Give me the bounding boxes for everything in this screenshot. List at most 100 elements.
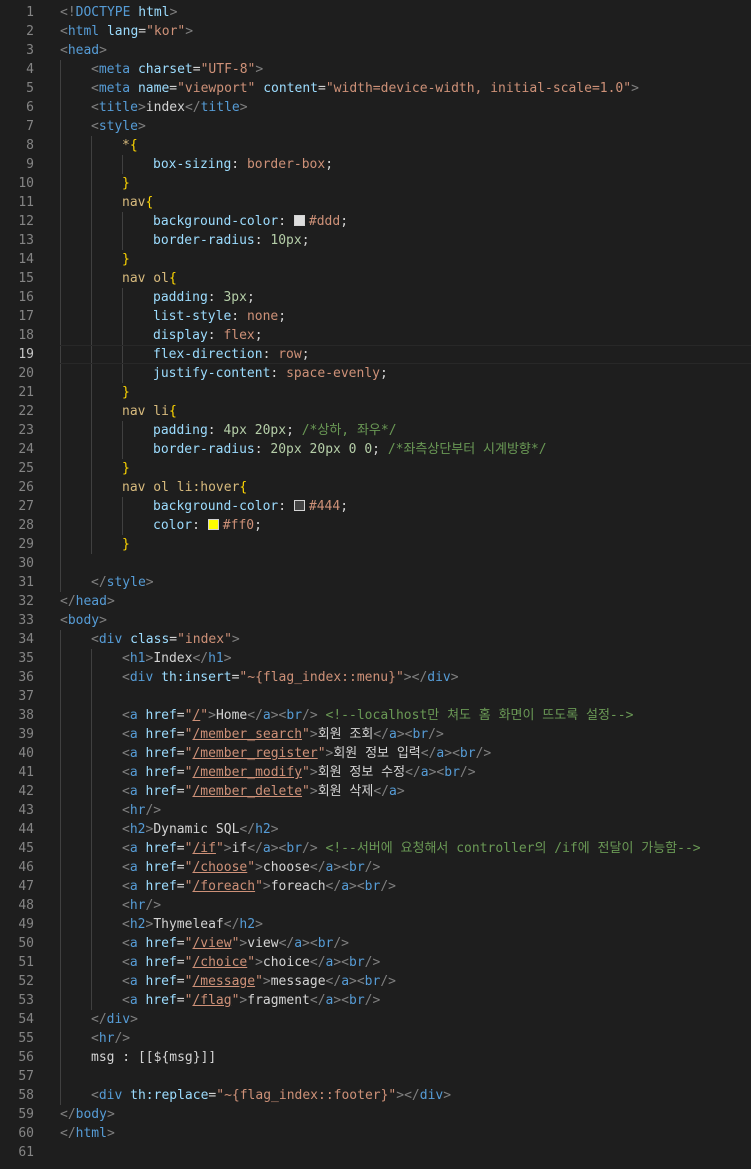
code-token: ; [301, 347, 310, 362]
indent-guide [60, 820, 61, 839]
code-line[interactable]: 16 padding: 3px; [0, 288, 751, 307]
line-number: 28 [18, 518, 34, 533]
code-line[interactable]: 37 [0, 687, 751, 706]
code-line[interactable]: 7 <style> [0, 117, 751, 136]
code-line[interactable]: 41 <a href="/member_modify">회원 정보 수정</a><… [0, 763, 751, 782]
code-line[interactable]: 13 border-radius: 10px; [0, 231, 751, 250]
code-line[interactable]: 44 <h2>Dynamic SQL</h2> [0, 820, 751, 839]
code-line[interactable]: 61 [0, 1143, 751, 1162]
code-line[interactable]: 11 nav{ [0, 193, 751, 212]
indent-guide [91, 269, 92, 288]
code-line[interactable]: 6 <title>index</title> [0, 98, 751, 117]
code-line[interactable]: 34 <div class="index"> [0, 630, 751, 649]
code-token: > [185, 24, 194, 39]
code-line[interactable]: 29} [0, 535, 751, 554]
code-token: < [91, 119, 99, 134]
color-swatch-icon[interactable] [293, 215, 305, 226]
indent-guide [60, 1048, 61, 1067]
code-line[interactable]: 10} [0, 174, 751, 193]
indent-guide [91, 820, 92, 839]
code-line[interactable]: 9 box-sizing: border-box; [0, 155, 751, 174]
code-line[interactable]: 3 <head> [0, 41, 751, 60]
code-text: padding: 3px; [153, 288, 255, 307]
code-line[interactable]: 35 <h1>Index</h1> [0, 649, 751, 668]
code-line[interactable]: 28 color: #ff0; [0, 516, 751, 535]
code-line[interactable]: 15 nav ol{ [0, 269, 751, 288]
code-line[interactable]: 54 </div> [0, 1010, 751, 1029]
code-line[interactable]: 14} [0, 250, 751, 269]
indent-guide [91, 972, 92, 991]
line-number: 27 [18, 499, 34, 514]
code-token: : [207, 290, 224, 305]
code-line[interactable]: 46 <a href="/choose">choose</a><br/> [0, 858, 751, 877]
code-line[interactable]: 48 <hr/> [0, 896, 751, 915]
code-line[interactable]: 50 <a href="/view">view</a><br/> [0, 934, 751, 953]
code-text: <meta name="viewport" content="width=dev… [91, 79, 639, 98]
code-line[interactable]: 4 <meta charset="UTF-8"> [0, 60, 751, 79]
code-token: < [122, 708, 130, 723]
code-line[interactable]: 30 [0, 554, 751, 573]
code-line[interactable]: 47 <a href="/foreach">foreach</a><br/> [0, 877, 751, 896]
code-line[interactable]: 32 </head> [0, 592, 751, 611]
code-line[interactable]: 57 [0, 1067, 751, 1086]
line-number: 3 [26, 43, 34, 58]
code-text: background-color: #ddd; [153, 212, 348, 231]
code-text: </head> [60, 592, 115, 611]
code-line[interactable]: 60 </html> [0, 1124, 751, 1143]
code-line[interactable]: 51 <a href="/choice">choice</a><br/> [0, 953, 751, 972]
code-line[interactable]: 2 <html lang="kor"> [0, 22, 751, 41]
code-line[interactable]: 56 msg : [[${msg}]] [0, 1048, 751, 1067]
indent-guide [122, 364, 123, 383]
code-editor[interactable]: 1 <!DOCTYPE html> 2 <html lang="kor"> 3 <head… [0, 3, 751, 1162]
code-token: div [419, 1088, 444, 1103]
code-token: = [192, 62, 201, 77]
line-number: 56 [18, 1050, 34, 1065]
code-line[interactable]: 26 nav ol li:hover{ [0, 478, 751, 497]
code-line[interactable]: 17 list-style: none; [0, 307, 751, 326]
code-line[interactable]: 25} [0, 459, 751, 478]
code-token: fragment [247, 993, 310, 1008]
indent-guide [60, 763, 61, 782]
code-line[interactable]: 40 <a href="/member_register">회원 정보 입력</a… [0, 744, 751, 763]
code-line[interactable]: 8 *{ [0, 136, 751, 155]
code-line[interactable]: 49 <h2>Thymeleaf</h2> [0, 915, 751, 934]
code-token: a [129, 784, 138, 799]
code-line[interactable]: 31 </style> [0, 573, 751, 592]
code-line[interactable]: 59 </body> [0, 1105, 751, 1124]
code-text: } [122, 174, 130, 193]
code-token: < [122, 765, 130, 780]
code-line[interactable]: 12 background-color: #ddd; [0, 212, 751, 231]
code-line[interactable]: 55 <hr/> [0, 1029, 751, 1048]
code-token: href [145, 879, 177, 894]
code-line[interactable]: 23 padding: 4px 20px; /*상하, 좌우*/ [0, 421, 751, 440]
code-line[interactable]: 5 <meta name="viewport" content="width=de… [0, 79, 751, 98]
code-line[interactable]: 22 nav li{ [0, 402, 751, 421]
code-line[interactable]: 19 flex-direction: row; [0, 345, 751, 364]
code-token: hr [129, 898, 146, 913]
code-line[interactable]: 52 <a href="/message">message</a><br/> [0, 972, 751, 991]
code-token: < [122, 746, 130, 761]
code-line[interactable]: 21} [0, 383, 751, 402]
code-line[interactable]: 24 border-radius: 20px 20px 0 0; /*좌측상단부터… [0, 440, 751, 459]
code-line[interactable]: 36 <div th:insert="~{flag_index::menu}"><… [0, 668, 751, 687]
indent-guide [91, 440, 92, 459]
code-line[interactable]: 58 <div th:replace="~{flag_index::footer}… [0, 1086, 751, 1105]
code-token: < [122, 917, 130, 932]
code-line[interactable]: 18 display: flex; [0, 326, 751, 345]
color-swatch-icon[interactable] [293, 500, 305, 511]
code-line[interactable]: 20 justify-content: space-evenly; [0, 364, 751, 383]
code-line[interactable]: 38 <a href="/">Home</a><br/> <!--localhos… [0, 706, 751, 725]
code-line[interactable]: 43 <hr/> [0, 801, 751, 820]
code-line[interactable]: 27 background-color: #444; [0, 497, 751, 516]
code-line[interactable]: 45 <a href="/if">if</a><br/> <!--서버에 요청해서… [0, 839, 751, 858]
code-line[interactable]: 39 <a href="/member_search">회원 조회</a><br/… [0, 725, 751, 744]
color-swatch-icon[interactable] [207, 519, 219, 530]
indent-guide [60, 402, 61, 421]
code-line[interactable]: 53 <a href="/flag">fragment</a><br/> [0, 991, 751, 1010]
code-token: > [270, 822, 279, 837]
code-line[interactable]: 33 <body> [0, 611, 751, 630]
code-token: /member_register [192, 746, 318, 761]
code-line[interactable]: 42 <a href="/member_delete">회원 삭제</a> [0, 782, 751, 801]
code-line[interactable]: 1 <!DOCTYPE html> [0, 3, 751, 22]
